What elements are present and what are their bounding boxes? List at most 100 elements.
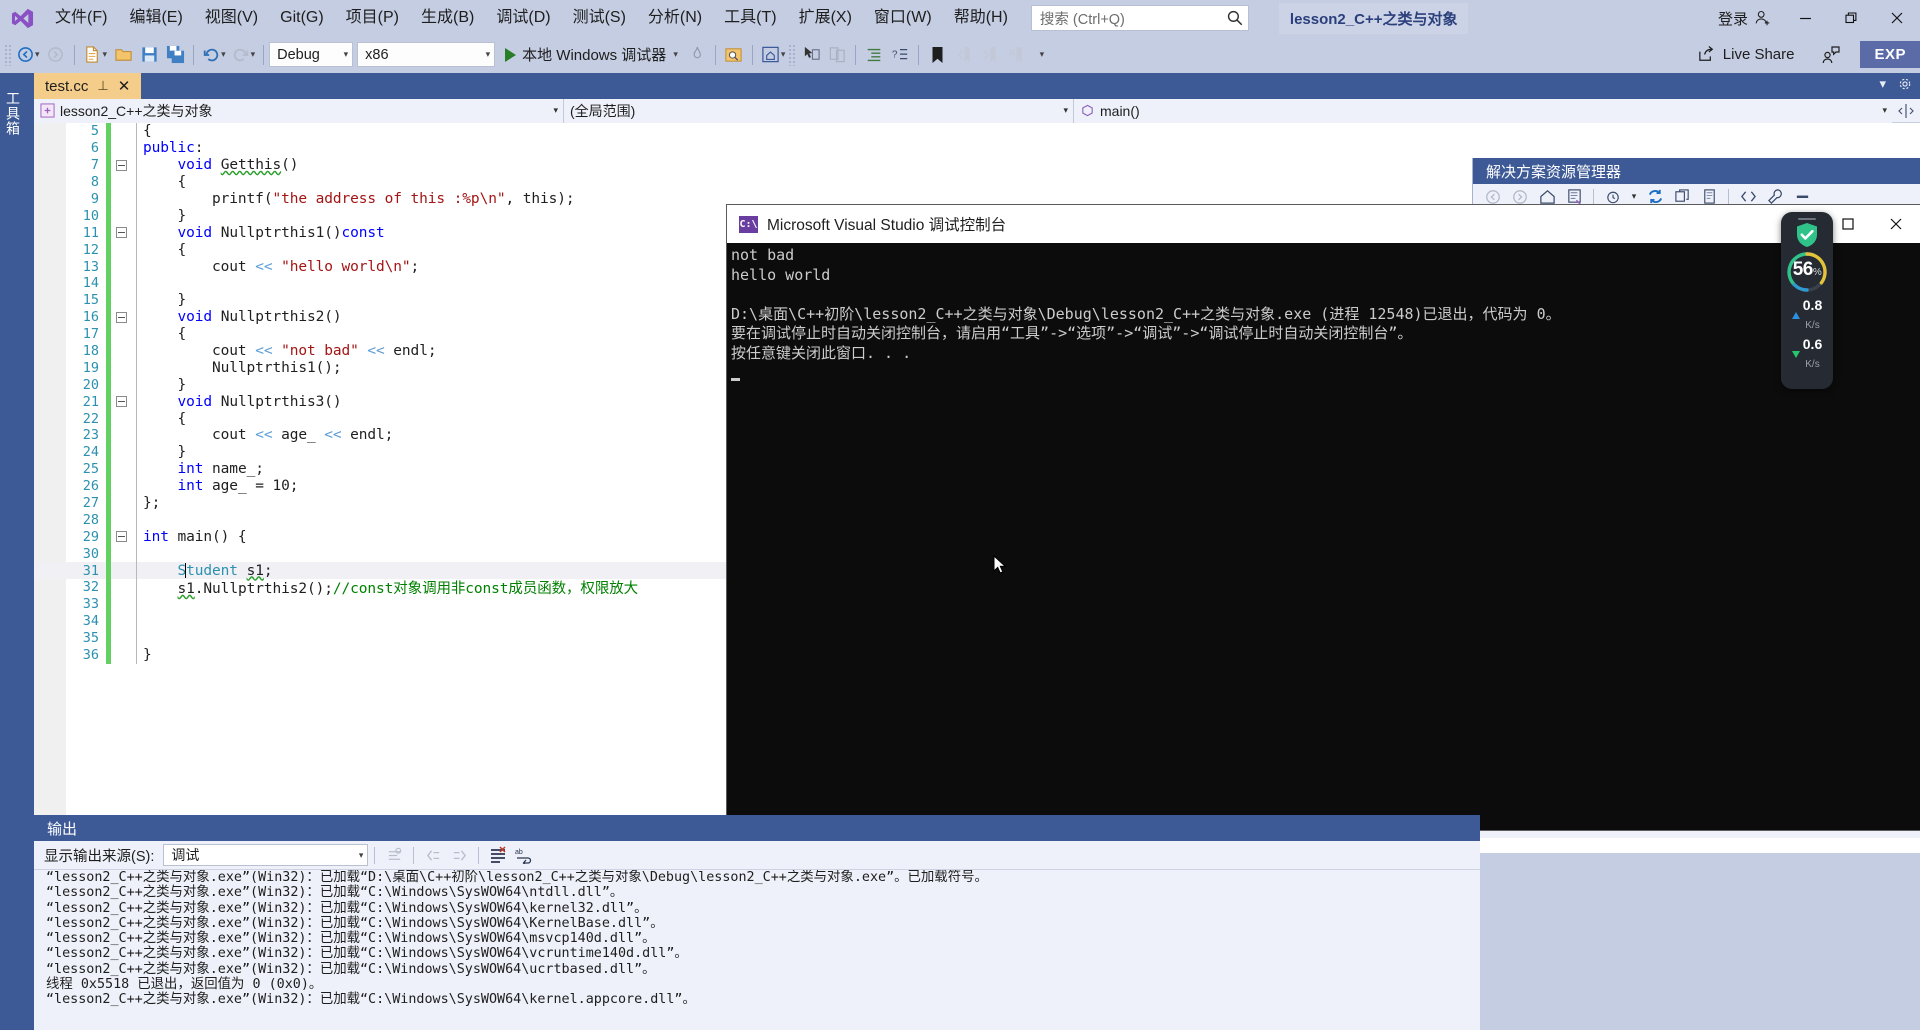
fold-collapse-icon[interactable] bbox=[111, 159, 131, 171]
tab-list-chevron-icon[interactable]: ▾ bbox=[1879, 76, 1886, 92]
nav-member-combo[interactable]: main() ▾ bbox=[1074, 98, 1892, 123]
previous-bookmark-button[interactable] bbox=[950, 41, 976, 69]
navigate-backward-button[interactable]: ▾ bbox=[14, 41, 43, 69]
search-input[interactable]: 搜索 (Ctrl+Q) bbox=[1030, 5, 1249, 31]
fold-collapse-icon[interactable] bbox=[111, 396, 131, 408]
menu-tools[interactable]: 工具(T) bbox=[713, 4, 787, 32]
menu-extensions[interactable]: 扩展(X) bbox=[788, 4, 863, 32]
minimize-button[interactable] bbox=[1782, 0, 1828, 36]
hot-reload-button[interactable] bbox=[684, 41, 710, 69]
output-word-wrap-icon[interactable]: ab bbox=[511, 843, 537, 867]
menu-build[interactable]: 生成(B) bbox=[410, 4, 485, 32]
sign-in-button[interactable]: 登录 bbox=[1708, 8, 1782, 29]
folder-open-icon bbox=[114, 49, 132, 61]
line-number: 20 bbox=[82, 376, 99, 393]
output-go-to-next-icon[interactable] bbox=[446, 843, 472, 867]
line-number: 24 bbox=[82, 444, 99, 461]
nav-scope-combo[interactable]: (全局范围) ▾ bbox=[564, 98, 1074, 123]
console-close-button[interactable] bbox=[1872, 205, 1920, 243]
code-line[interactable]: 6 public: bbox=[34, 139, 1920, 157]
save-button[interactable] bbox=[136, 41, 162, 69]
debug-console-window[interactable]: C:\ Microsoft Visual Studio 调试控制台 not ba… bbox=[727, 205, 1920, 830]
output-panel: 输出 显示输出来源(S): 调试 ▾ ab “lesson2_C++之类与对象.… bbox=[34, 815, 1480, 1030]
line-number: 23 bbox=[82, 427, 99, 444]
toolbar-overflow-button[interactable]: ▾ bbox=[1028, 41, 1054, 69]
clear-bookmarks-button[interactable] bbox=[1002, 41, 1028, 69]
redo-button[interactable]: ▾ bbox=[229, 41, 259, 69]
undo-button[interactable]: ▾ bbox=[199, 41, 229, 69]
feedback-button[interactable] bbox=[1818, 41, 1844, 69]
output-find-message-icon[interactable] bbox=[381, 843, 407, 867]
toolbar-grip-2[interactable] bbox=[788, 43, 797, 66]
menu-view[interactable]: 视图(V) bbox=[194, 4, 269, 32]
line-number: 13 bbox=[82, 258, 99, 275]
code-line[interactable]: 5{ bbox=[34, 123, 1920, 140]
structure-guide bbox=[136, 612, 137, 630]
live-preview-button[interactable]: ▾ bbox=[758, 41, 789, 69]
toolbox-strip[interactable]: 工具箱 bbox=[0, 73, 22, 853]
navigate-forward-button[interactable] bbox=[43, 41, 69, 69]
flame-icon bbox=[693, 46, 701, 59]
toolbar-grip[interactable] bbox=[4, 43, 12, 66]
editor-settings-gear-icon[interactable] bbox=[1898, 77, 1912, 91]
solution-configuration-combo[interactable]: Debug ▾ bbox=[269, 42, 354, 67]
menu-help[interactable]: 帮助(H) bbox=[943, 4, 1019, 32]
pin-icon[interactable]: ⊥ bbox=[97, 78, 108, 94]
upload-speed-value: 0.8 bbox=[1802, 297, 1823, 313]
line-number: 15 bbox=[82, 292, 99, 309]
output-go-to-previous-icon[interactable] bbox=[420, 843, 446, 867]
attach-to-process-button[interactable] bbox=[721, 41, 747, 69]
split-view-icon[interactable] bbox=[1898, 103, 1914, 119]
menu-window[interactable]: 窗口(W) bbox=[863, 4, 943, 32]
download-speed-unit: K/s bbox=[1805, 359, 1820, 370]
exp-badge[interactable]: EXP bbox=[1860, 41, 1920, 68]
tab-close-icon[interactable]: ✕ bbox=[118, 77, 131, 95]
quick-help-button[interactable]: ? bbox=[887, 41, 913, 69]
menu-project[interactable]: 项目(P) bbox=[335, 4, 410, 32]
start-debugging-button[interactable]: 本地 Windows 调试器 ▾ bbox=[499, 41, 684, 69]
menu-test[interactable]: 测试(S) bbox=[562, 4, 637, 32]
select-element-button[interactable] bbox=[798, 41, 824, 69]
restore-button[interactable] bbox=[1828, 0, 1874, 36]
menu-analyze[interactable]: 分析(N) bbox=[637, 4, 713, 32]
fold-collapse-icon[interactable] bbox=[111, 311, 131, 323]
restore-icon bbox=[1845, 12, 1857, 24]
share-icon bbox=[1698, 46, 1714, 61]
network-speed-widget[interactable]: 56% 0.8 K/s 0.6 K/s bbox=[1781, 212, 1833, 389]
close-button[interactable] bbox=[1874, 0, 1920, 36]
solution-platform-combo[interactable]: x86 ▾ bbox=[357, 42, 496, 67]
output-source-label: 显示输出来源(S): bbox=[44, 848, 155, 865]
save-all-button[interactable] bbox=[162, 41, 188, 69]
output-source-combo[interactable]: 调试 ▾ bbox=[163, 844, 369, 866]
code-text: { bbox=[143, 326, 187, 343]
change-indicator bbox=[106, 562, 111, 580]
change-indicator bbox=[106, 511, 111, 529]
menu-edit[interactable]: 编辑(E) bbox=[118, 4, 193, 32]
tab-test-cc[interactable]: test.cc ⊥ ✕ bbox=[34, 73, 142, 99]
widget-drag-handle[interactable] bbox=[1798, 218, 1816, 220]
code-text: } bbox=[143, 376, 187, 393]
new-project-button[interactable]: ▾ bbox=[80, 41, 111, 69]
format-indent-button[interactable] bbox=[861, 41, 887, 69]
menu-file[interactable]: 文件(F) bbox=[44, 4, 118, 32]
fold-collapse-icon[interactable] bbox=[111, 531, 131, 543]
open-file-button[interactable] bbox=[110, 41, 136, 69]
nav-project-combo[interactable]: lesson2_C++之类与对象 ▾ bbox=[34, 98, 564, 123]
menu-debug[interactable]: 调试(D) bbox=[485, 4, 561, 32]
live-share-button[interactable]: Live Share bbox=[1697, 45, 1794, 64]
copy-layout-button[interactable] bbox=[824, 41, 850, 69]
pointer-select-icon bbox=[804, 46, 820, 60]
download-speed-value: 0.6 bbox=[1802, 336, 1823, 352]
output-clear-all-icon[interactable] bbox=[485, 843, 511, 867]
fold-collapse-icon[interactable] bbox=[111, 227, 131, 239]
active-project-chip[interactable]: lesson2_C++之类与对象 bbox=[1278, 2, 1469, 34]
console-title-bar[interactable]: C:\ Microsoft Visual Studio 调试控制台 bbox=[727, 205, 1920, 243]
toggle-bookmark-button[interactable] bbox=[924, 41, 950, 69]
structure-guide bbox=[136, 629, 137, 647]
se-separator-2 bbox=[1728, 188, 1729, 205]
menu-git[interactable]: Git(G) bbox=[269, 4, 335, 32]
play-icon bbox=[505, 47, 517, 62]
line-number: 36 bbox=[82, 647, 99, 664]
line-number: 6 bbox=[90, 140, 99, 157]
next-bookmark-button[interactable] bbox=[976, 41, 1002, 69]
